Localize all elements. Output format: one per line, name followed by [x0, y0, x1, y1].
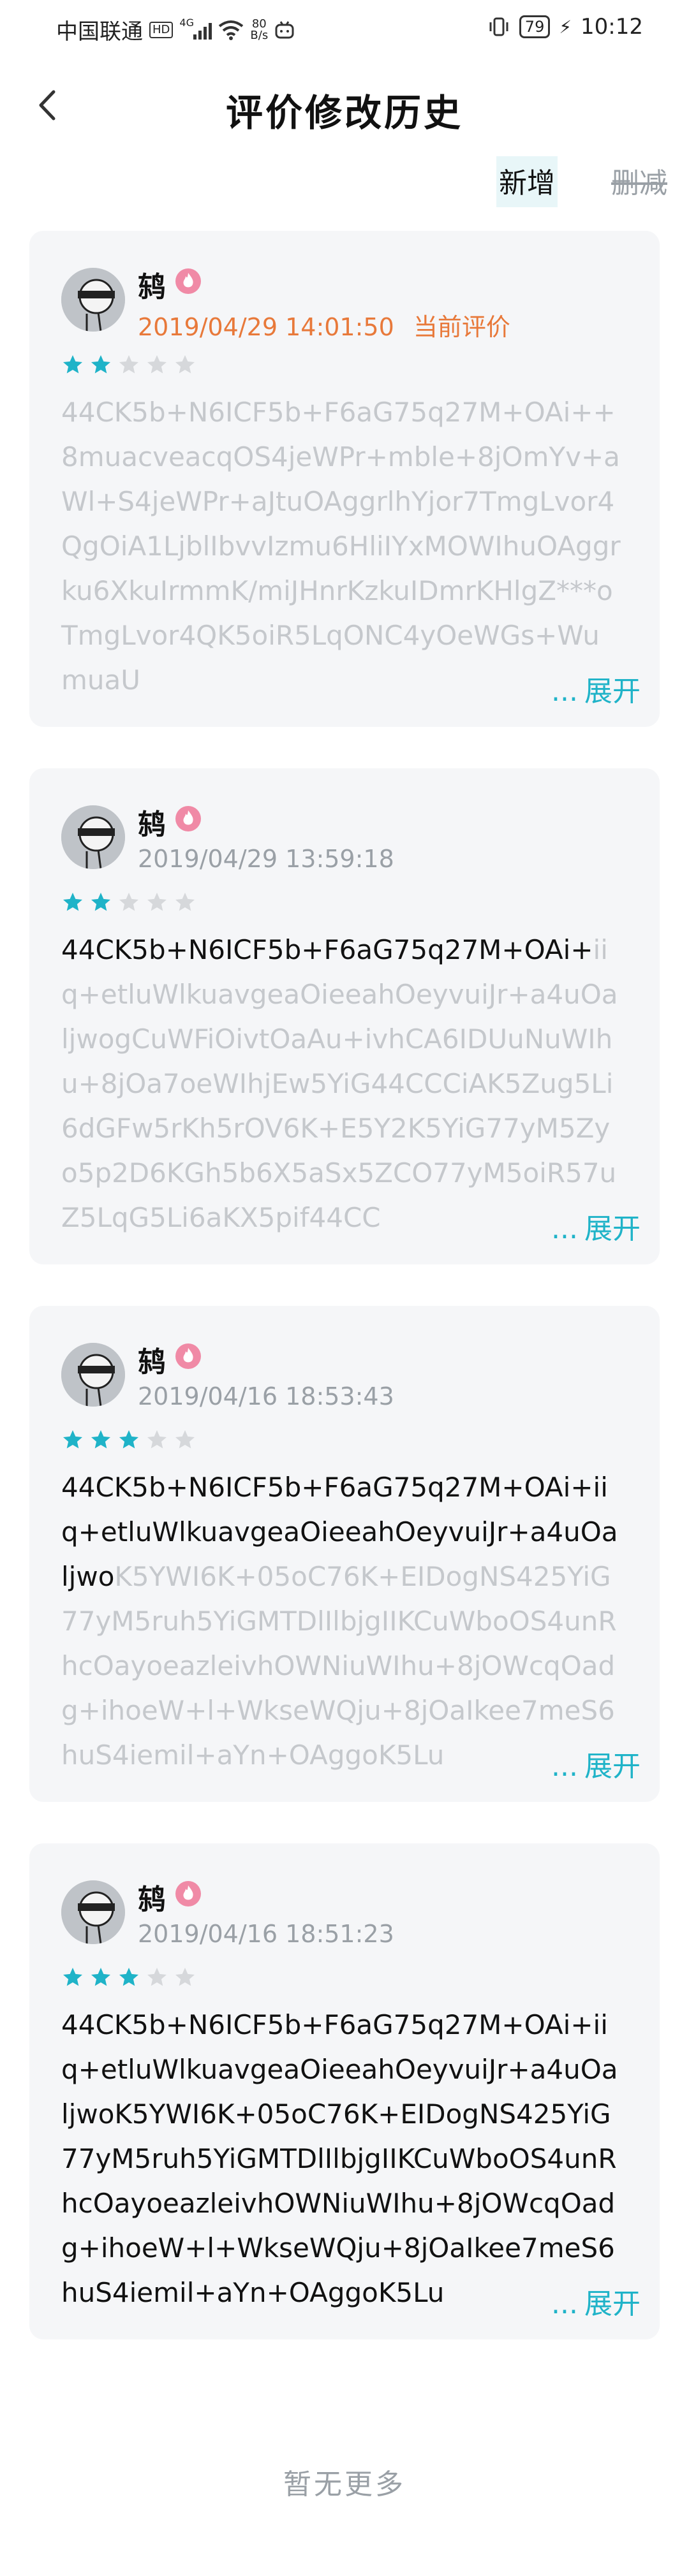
- star-icon: [89, 1428, 112, 1451]
- tab-added[interactable]: 新增: [496, 156, 558, 207]
- content-highlight: 44CK5b+N6ICF5b+F6aG75q27M+OAi+: [61, 934, 593, 965]
- expand-label: 展开: [584, 675, 641, 708]
- star-icon: [61, 1428, 84, 1451]
- review-content: 44CK5b+N6ICF5b+F6aG75q27M+OAi+iiq+etluWl…: [61, 928, 623, 1240]
- flame-badge-icon: [175, 1880, 202, 1907]
- username: 鸫: [138, 1884, 166, 1916]
- ellipsis: ...: [551, 2288, 578, 2320]
- username: 鸫: [138, 271, 166, 304]
- clock: 10:12: [581, 14, 643, 40]
- star-icon: [145, 891, 168, 914]
- star-icon: [174, 353, 196, 376]
- star-icon: [117, 891, 140, 914]
- review-content: 44CK5b+N6ICF5b+F6aG75q27M+OAi++8muacveac…: [61, 390, 623, 703]
- expand-label: 展开: [584, 2288, 641, 2320]
- datetime-value: 2019/04/29 14:01:50: [138, 313, 394, 341]
- datetime-value: 2019/04/29 13:59:18: [138, 845, 394, 873]
- star-icon: [117, 1428, 140, 1451]
- review-datetime: 2019/04/16 18:51:23: [138, 1920, 394, 1948]
- star-icon: [89, 891, 112, 914]
- flame-badge-icon: [175, 268, 202, 295]
- carrier-label: 中国联通: [56, 19, 143, 45]
- avatar[interactable]: [61, 268, 125, 332]
- review-content: 44CK5b+N6ICF5b+F6aG75q27M+OAi+iiq+etluWl…: [61, 1465, 623, 1778]
- status-right: 79 ⚡ 10:12: [487, 14, 643, 40]
- tab-bar: 新增 删减: [496, 156, 670, 207]
- wifi-icon: [219, 20, 244, 40]
- ellipsis: ...: [551, 1750, 578, 1783]
- content-highlight: 44CK5b+N6ICF5b+F6aG75q27M+OAi+iiq+etluWl…: [61, 2009, 618, 2308]
- star-icon: [145, 353, 168, 376]
- star-icon: [117, 353, 140, 376]
- review-card: 鸫 2019/04/16 18:51:23 44CK5b+N6ICF5b+F6a…: [29, 1843, 660, 2339]
- battery-level: 79: [519, 15, 551, 38]
- tab-removed[interactable]: 删减: [609, 156, 670, 207]
- net-speed: 80 B/s: [250, 18, 268, 41]
- review-datetime: 2019/04/16 18:53:43: [138, 1382, 394, 1410]
- star-icon: [174, 1966, 196, 1989]
- star-icon: [89, 1966, 112, 1989]
- star-icon: [117, 1966, 140, 1989]
- review-content: 44CK5b+N6ICF5b+F6aG75q27M+OAi+iiq+etluWl…: [61, 2003, 623, 2315]
- nav-bar: 评价修改历史: [0, 64, 689, 147]
- star-icon: [145, 1428, 168, 1451]
- expand-button[interactable]: ... 展开: [545, 668, 641, 709]
- rating-stars: [61, 1428, 196, 1451]
- expand-label: 展开: [584, 1213, 641, 1245]
- status-left: 中国联通 HD 4G 80 B/s: [56, 14, 295, 45]
- app-notification-icon: [275, 20, 294, 38]
- avatar[interactable]: [61, 805, 125, 869]
- signal-icon: 4G: [179, 16, 212, 40]
- star-icon: [89, 353, 112, 376]
- datetime-value: 2019/04/16 18:53:43: [138, 1382, 394, 1410]
- star-icon: [61, 891, 84, 914]
- ellipsis: ...: [551, 1213, 578, 1245]
- avatar[interactable]: [61, 1880, 125, 1944]
- star-icon: [174, 891, 196, 914]
- status-bar: 中国联通 HD 4G 80 B/s 79 ⚡ 10:12: [0, 0, 689, 55]
- datetime-value: 2019/04/16 18:51:23: [138, 1920, 394, 1948]
- username: 鸫: [138, 809, 166, 841]
- content-faded: iiq+etluWlkuavgeaOieeahOeyvuiJr+a4uOaljw…: [61, 934, 618, 1233]
- ellipsis: ...: [551, 675, 578, 708]
- review-datetime: 2019/04/29 13:59:18: [138, 845, 394, 873]
- star-icon: [145, 1966, 168, 1989]
- rating-stars: [61, 1966, 196, 1989]
- flame-badge-icon: [175, 805, 202, 832]
- hd-badge: HD: [149, 21, 174, 38]
- star-icon: [174, 1428, 196, 1451]
- star-icon: [61, 353, 84, 376]
- page-title: 评价修改历史: [225, 91, 463, 135]
- flame-badge-icon: [175, 1343, 202, 1370]
- signal-label: 4G: [179, 16, 194, 29]
- current-review-label: 当前评价: [413, 313, 510, 341]
- net-speed-unit: B/s: [250, 28, 269, 42]
- no-more-label: 暂无更多: [283, 2468, 406, 2501]
- review-datetime: 2019/04/29 14:01:50 当前评价: [138, 307, 510, 342]
- charging-icon: ⚡: [559, 16, 572, 38]
- expand-button[interactable]: ... 展开: [545, 1743, 641, 1784]
- vibrate-icon: [489, 17, 508, 36]
- expand-button[interactable]: ... 展开: [545, 1206, 641, 1247]
- rating-stars: [61, 891, 196, 914]
- expand-button[interactable]: ... 展开: [545, 2281, 641, 2322]
- star-icon: [61, 1966, 84, 1989]
- review-card: 鸫 2019/04/29 14:01:50 当前评价 44CK5b+N6ICF5…: [29, 231, 660, 727]
- review-card: 鸫 2019/04/16 18:53:43 44CK5b+N6ICF5b+F6a…: [29, 1306, 660, 1802]
- rating-stars: [61, 353, 196, 376]
- avatar[interactable]: [61, 1343, 125, 1407]
- review-card: 鸫 2019/04/29 13:59:18 44CK5b+N6ICF5b+F6a…: [29, 768, 660, 1264]
- content-faded: 44CK5b+N6ICF5b+F6aG75q27M+OAi++8muacveac…: [61, 397, 621, 696]
- username: 鸫: [138, 1346, 166, 1379]
- content-faded: K5YWI6K+05oC76K+EIDogNS425YiG77yM5ruh5Yi…: [61, 1561, 617, 1771]
- expand-label: 展开: [584, 1750, 641, 1783]
